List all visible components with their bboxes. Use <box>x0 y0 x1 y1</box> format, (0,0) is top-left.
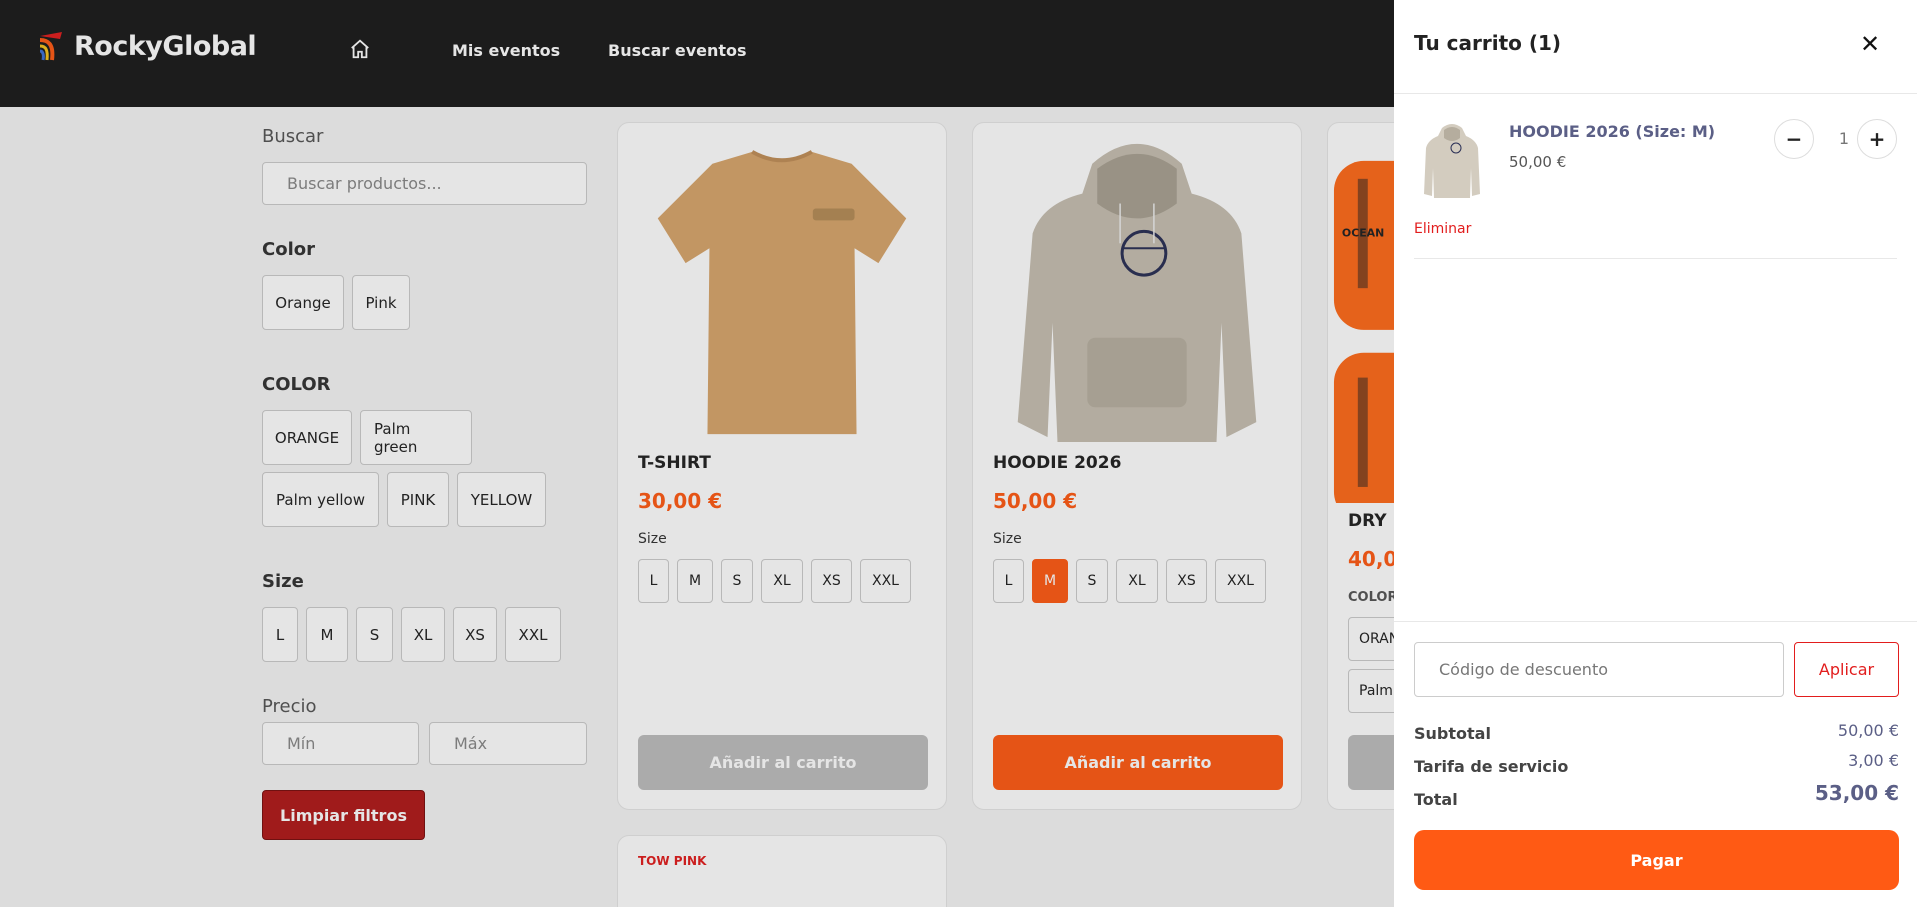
minus-icon: − <box>1785 127 1803 151</box>
plus-icon: + <box>1868 127 1886 151</box>
item-divider <box>1414 258 1897 259</box>
increase-quantity-button[interactable]: + <box>1857 119 1897 159</box>
cart-title: Tu carrito (1) <box>1414 31 1562 55</box>
decrease-quantity-button[interactable]: − <box>1774 119 1814 159</box>
remove-item-link[interactable]: Eliminar <box>1414 221 1471 237</box>
subtotal-value: 50,00 € <box>1837 721 1899 740</box>
apply-discount-button[interactable]: Aplicar <box>1794 642 1899 697</box>
service-fee-value: 3,00 € <box>1848 751 1899 770</box>
cart-item-price: 50,00 € <box>1509 153 1567 171</box>
total-label: Total <box>1414 790 1458 809</box>
cart-item-image <box>1424 124 1480 198</box>
discount-code-input[interactable]: Código de descuento <box>1414 642 1784 697</box>
service-fee-label: Tarifa de servicio <box>1414 757 1569 776</box>
modal-backdrop[interactable] <box>0 0 1394 907</box>
cart-drawer: Tu carrito (1) ✕ HOODIE 2026 (Size: M) 5… <box>1394 0 1917 907</box>
footer-divider <box>1394 621 1917 622</box>
quantity-value: 1 <box>1838 129 1850 148</box>
cart-item-name: HOODIE 2026 (Size: M) <box>1509 122 1716 141</box>
subtotal-label: Subtotal <box>1414 724 1491 743</box>
total-value: 53,00 € <box>1814 781 1899 805</box>
pay-button[interactable]: Pagar <box>1414 830 1899 890</box>
header-divider <box>1394 93 1917 94</box>
close-icon[interactable]: ✕ <box>1860 32 1880 56</box>
